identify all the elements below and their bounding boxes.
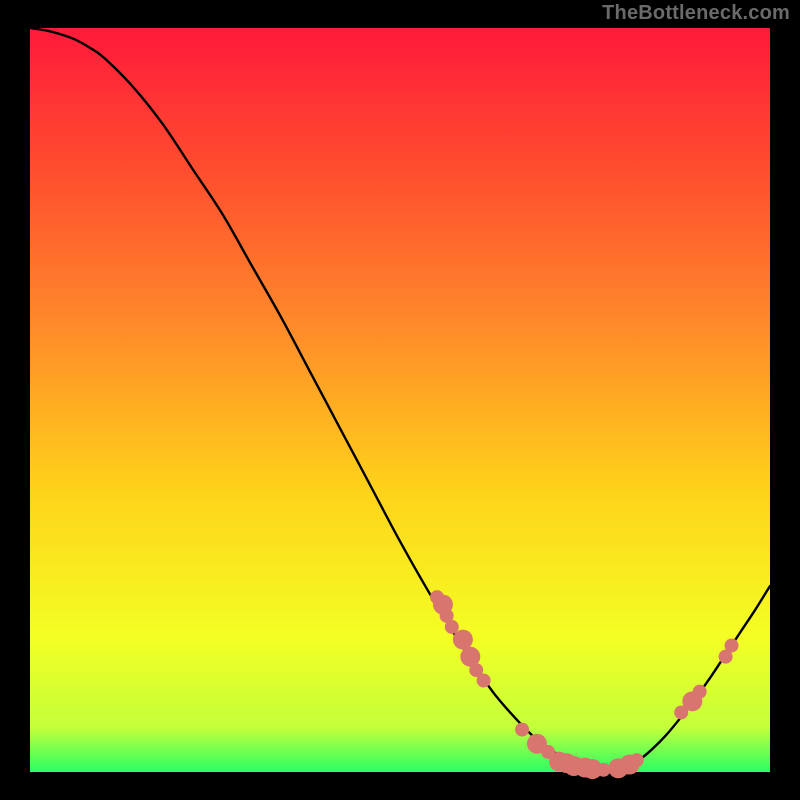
curve-marker <box>477 673 491 687</box>
curve-marker <box>453 630 473 650</box>
curve-marker <box>515 723 529 737</box>
curve-marker <box>597 763 611 777</box>
bottleneck-chart <box>0 0 800 800</box>
curve-marker <box>630 753 644 767</box>
chart-root: TheBottleneck.com <box>0 0 800 800</box>
watermark-text: TheBottleneck.com <box>602 2 790 25</box>
curve-marker <box>693 685 707 699</box>
curve-marker <box>725 639 739 653</box>
plot-background <box>30 28 770 772</box>
